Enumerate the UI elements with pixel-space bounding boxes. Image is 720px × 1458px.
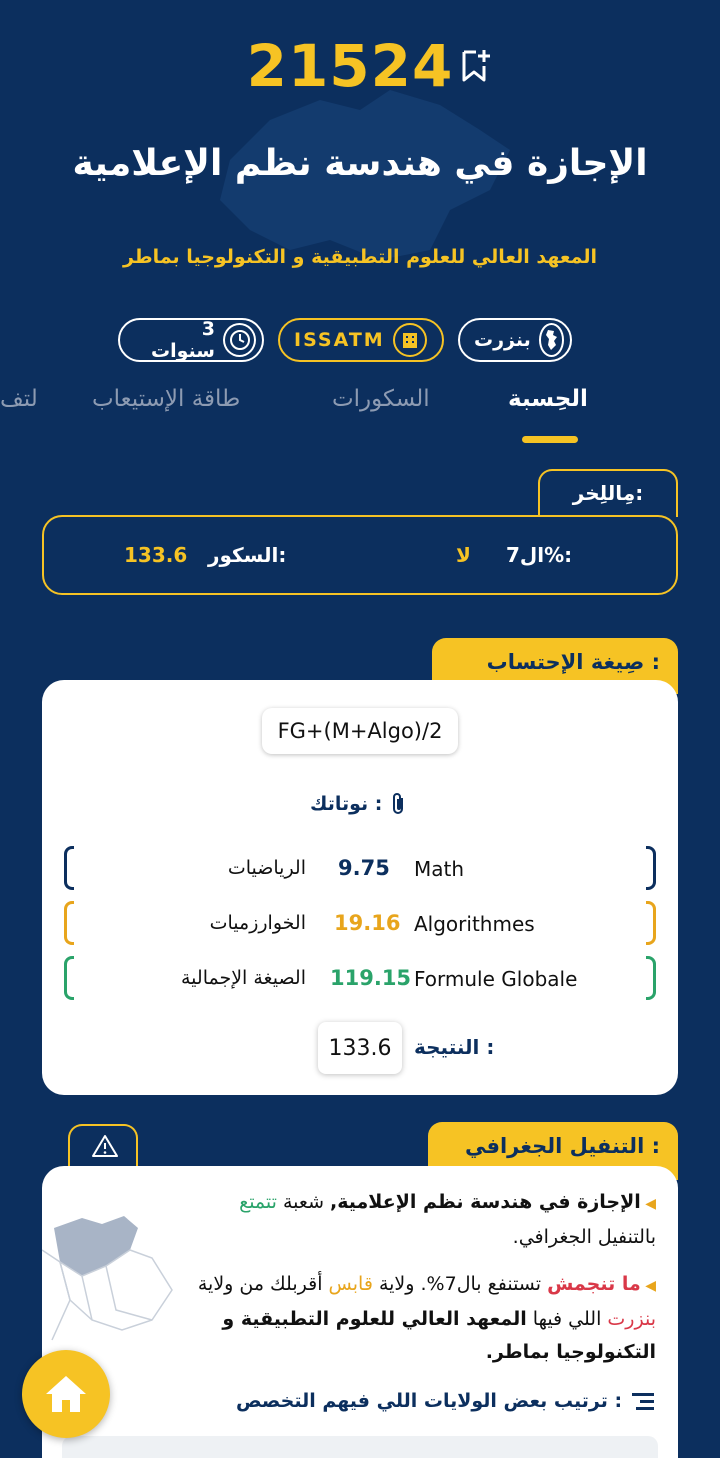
grade-ar-algo: الخوارزميات <box>209 912 306 934</box>
tab-capacity[interactable]: طاقة الإستيعاب <box>92 386 240 412</box>
grade-ar-fg: الصيغة الإجمالية <box>180 967 306 989</box>
bullet-arrow-icon: ◀ <box>640 1196 656 1212</box>
geo-map-illustration <box>42 1216 173 1341</box>
row-bracket-left <box>64 846 74 890</box>
program-code: 21524 <box>246 32 454 100</box>
ranking-heading: ترتيب بعض الولايات اللي فيهم التخصص : <box>236 1390 655 1412</box>
row-bracket-left <box>64 956 74 1000</box>
institution-name: المعهد العالي للعلوم التطبيقية و التكنول… <box>122 246 598 268</box>
grade-fr-algo: Algorithmes <box>414 912 535 936</box>
grade-fr-math: Math <box>414 857 465 881</box>
duration-chip: 3 سنوات <box>118 318 264 362</box>
building-icon <box>392 323 427 357</box>
active-tab-indicator <box>522 436 578 443</box>
warning-icon <box>92 1135 118 1157</box>
program-title: الإجازة في هندسة نظم الإعلامية <box>72 143 648 184</box>
institution-chip: ISSATM <box>278 318 444 362</box>
clock-icon <box>223 323 256 357</box>
filter-tag: مِاللِخر: <box>538 469 678 517</box>
grade-value-math: 9.75 <box>338 856 390 880</box>
ranking-list-icon <box>632 1393 655 1410</box>
grade-value-algo: 19.16 <box>334 911 401 935</box>
tunisia-map-icon <box>538 323 564 357</box>
tab-calculation[interactable]: الحِسبة <box>508 386 588 412</box>
result-value: 133.6 <box>318 1022 402 1074</box>
percent-label: ال7%: <box>506 543 573 567</box>
grade-value-fg: 119.15 <box>330 966 412 990</box>
paperclip-icon <box>393 793 404 814</box>
home-button[interactable] <box>22 1350 110 1438</box>
percent-value: لا <box>456 543 471 567</box>
tab-geographic[interactable]: التف <box>0 386 36 412</box>
bookmark-add-icon[interactable] <box>460 48 490 84</box>
formula-expression: FG+(M+Algo)/2 <box>262 708 458 754</box>
grade-fr-fg: Formule Globale <box>414 967 578 991</box>
score-label: السكور: <box>208 543 287 567</box>
warning-tag[interactable] <box>68 1124 138 1168</box>
grade-ar-math: الرياضيات <box>227 857 306 879</box>
notes-heading: نوتاتك : <box>310 792 408 816</box>
row-bracket-right <box>646 956 656 1000</box>
geo-paragraph-2: ◀ ما تنجمش تستنفع بال7%. ولاية قابس أقرب… <box>197 1273 656 1363</box>
score-value: 133.6 <box>124 543 188 567</box>
result-label: النتيجة : <box>414 1035 495 1059</box>
governorate-chip: بنزرت <box>458 318 572 362</box>
home-icon <box>46 1376 86 1412</box>
row-bracket-right <box>646 846 656 890</box>
tab-scores[interactable]: السكورات <box>332 386 430 412</box>
ranking-row <box>62 1436 658 1458</box>
geo-paragraph-1: ◀ الإجازة في هندسة نظم الإعلامية, شعبة ت… <box>239 1191 656 1248</box>
bullet-arrow-icon: ◀ <box>640 1278 656 1294</box>
row-bracket-left <box>64 901 74 945</box>
row-bracket-right <box>646 901 656 945</box>
